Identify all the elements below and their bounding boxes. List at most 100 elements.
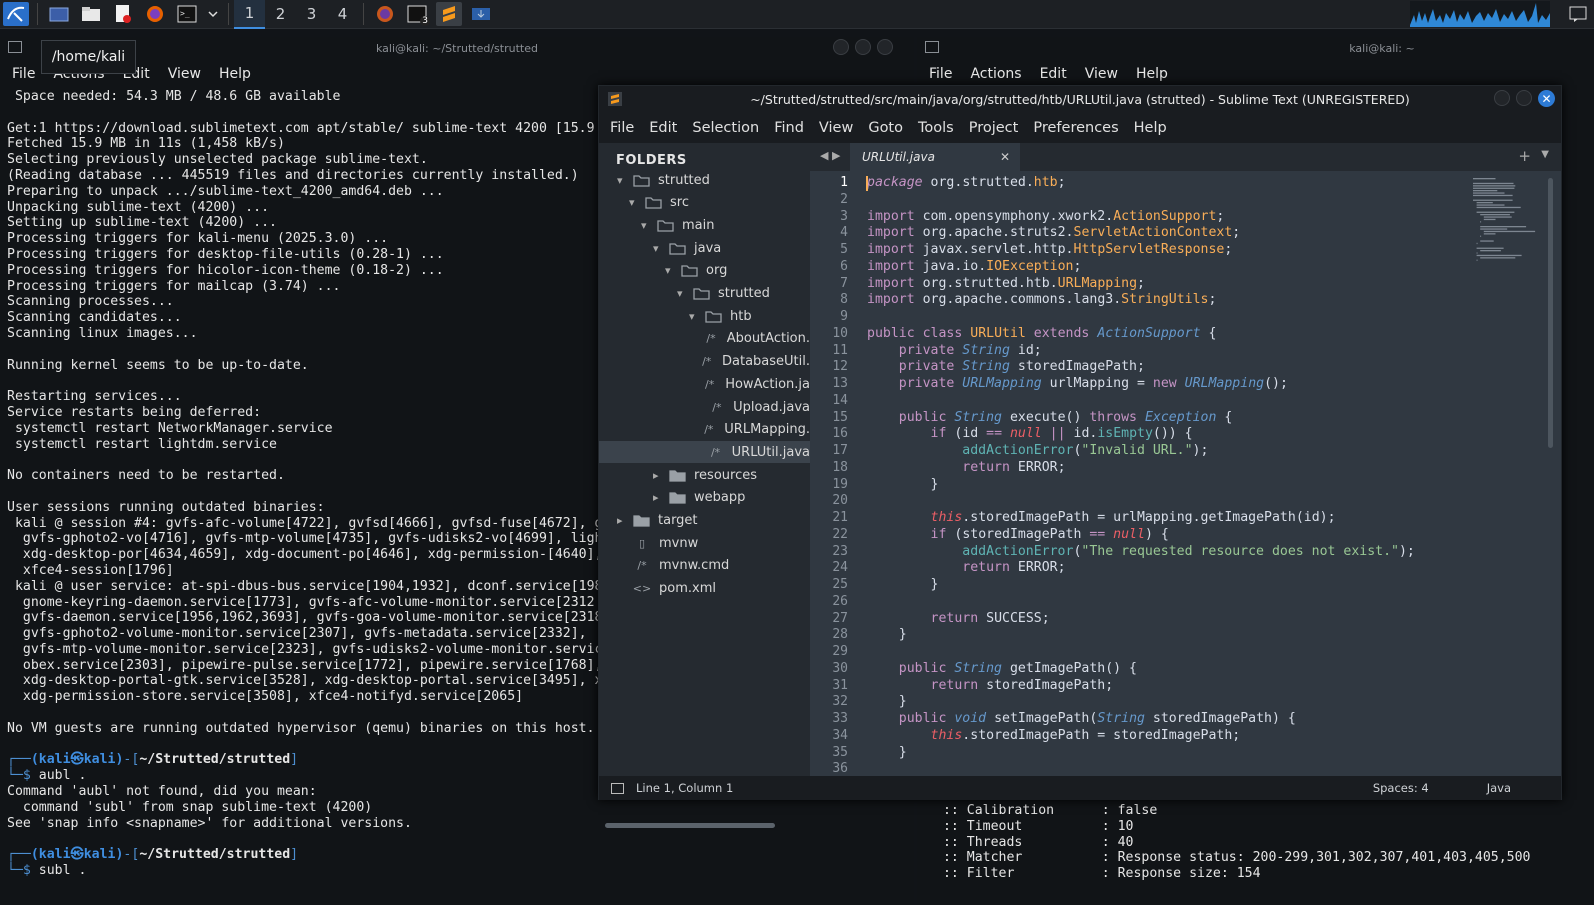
menu-help[interactable]: Help xyxy=(219,66,251,82)
text-cursor xyxy=(866,176,868,191)
firefox-icon[interactable] xyxy=(142,2,168,26)
tree-item-label: java xyxy=(694,240,722,256)
menu-edit[interactable]: Edit xyxy=(649,120,677,136)
downloads-icon[interactable] xyxy=(468,2,494,26)
menu-find[interactable]: Find xyxy=(774,120,804,136)
tree-item[interactable]: /* URLMapping. xyxy=(599,419,810,441)
kali-menu-icon[interactable] xyxy=(3,2,29,26)
disclosure-open-icon[interactable]: ▾ xyxy=(689,310,701,323)
code-line: return ERROR; xyxy=(962,459,1066,475)
menu-tools[interactable]: Tools xyxy=(918,120,954,136)
close-button[interactable]: ✕ xyxy=(1538,90,1555,107)
prompt-command-line: └─$ aubl . xyxy=(7,768,602,784)
line-number: 20 xyxy=(832,493,848,509)
tree-item[interactable]: ▾ strutted xyxy=(599,283,810,305)
tree-item[interactable]: /* DatabaseUtil. xyxy=(599,351,810,373)
tree-item[interactable]: /* Upload.java xyxy=(599,396,810,418)
sidebar-scrollbar[interactable] xyxy=(605,823,775,828)
tree-item[interactable]: /* URLUtil.java xyxy=(599,441,810,464)
tab-urlutil[interactable]: URLUtil.java ✕ xyxy=(850,143,1020,171)
menu-actions[interactable]: Actions xyxy=(970,66,1021,82)
show-desktop-icon[interactable] xyxy=(46,2,72,26)
code-line: private String id; xyxy=(898,342,1042,358)
menu-selection[interactable]: Selection xyxy=(692,120,759,136)
disclosure-open-icon[interactable]: ▾ xyxy=(677,287,689,300)
sidebar: FOLDERS ▾ strutted ▾ src ▾ main ▾ java ▾ org ▾ stru… xyxy=(599,143,810,828)
tree-item[interactable]: ▾ org xyxy=(599,260,810,282)
tree-item[interactable]: /* HowAction.ja xyxy=(599,373,810,395)
editor-scrollbar[interactable] xyxy=(1548,178,1553,448)
terminal-window-icon[interactable]: 3 xyxy=(404,2,430,26)
disclosure-open-icon[interactable]: ▾ xyxy=(617,174,629,187)
tab-next-icon[interactable]: ▶ xyxy=(832,149,840,162)
indentation-setting[interactable]: Spaces: 4 xyxy=(1373,781,1429,795)
sidebar-toggle-icon[interactable] xyxy=(611,782,624,794)
text-editor-icon[interactable] xyxy=(110,2,136,26)
workspace-1[interactable]: 1 xyxy=(234,0,265,29)
tree-item[interactable]: /* AboutAction. xyxy=(599,328,810,350)
tree-item[interactable]: <> pom.xml xyxy=(599,578,810,600)
disclosure-open-icon[interactable]: ▾ xyxy=(653,242,665,255)
menu-preferences[interactable]: Preferences xyxy=(1033,120,1118,136)
maximize-button[interactable] xyxy=(1516,90,1532,106)
minimize-button[interactable] xyxy=(1494,90,1510,106)
minimap-line xyxy=(1483,218,1496,221)
prompt-line: ┌──(kali㉿kali)-[~/Strutted/strutted] xyxy=(7,752,602,768)
tree-item[interactable]: ▾ src xyxy=(599,192,810,214)
menu-file[interactable]: File xyxy=(929,66,952,82)
menu-view[interactable]: View xyxy=(819,120,853,136)
notification-icon[interactable] xyxy=(1565,2,1591,26)
terminal-icon[interactable]: >_ xyxy=(174,2,200,26)
menu-project[interactable]: Project xyxy=(969,120,1019,136)
tree-item[interactable]: ▾ main xyxy=(599,214,810,236)
tree-item[interactable]: ▾ java xyxy=(599,237,810,259)
line-number: 8 xyxy=(840,292,848,308)
command-text: subl . xyxy=(38,863,87,879)
disclosure-closed-icon[interactable]: ▸ xyxy=(653,491,665,504)
line-number: 7 xyxy=(840,275,848,291)
tree-item[interactable]: ▸ target xyxy=(599,510,810,532)
prompt-path: ~/Strutted/strutted xyxy=(139,752,291,768)
menu-file[interactable]: File xyxy=(610,120,634,136)
menu-view[interactable]: View xyxy=(168,66,201,82)
minimap-line xyxy=(1473,190,1498,192)
workspace-4[interactable]: 4 xyxy=(327,0,358,29)
sublime-text-window-icon[interactable] xyxy=(436,2,462,26)
menu-view[interactable]: View xyxy=(1085,66,1118,82)
menu-edit[interactable]: Edit xyxy=(1040,66,1067,82)
tree-item[interactable]: ▾ strutted xyxy=(599,169,810,191)
menu-file[interactable]: File xyxy=(12,66,35,82)
tab-prev-icon[interactable]: ◀ xyxy=(820,149,828,162)
taskbar-separator xyxy=(37,3,38,25)
new-tab-icon[interactable]: + xyxy=(1518,147,1531,165)
file-manager-icon[interactable] xyxy=(78,2,104,26)
menu-goto[interactable]: Goto xyxy=(868,120,903,136)
close-button[interactable] xyxy=(877,39,893,55)
menu-help[interactable]: Help xyxy=(1134,120,1167,136)
tree-item[interactable]: ▸ resources xyxy=(599,464,810,486)
disclosure-open-icon[interactable]: ▾ xyxy=(641,219,653,232)
tree-item[interactable]: ▸ webapp xyxy=(599,487,810,509)
maximize-button[interactable] xyxy=(855,39,871,55)
tree-item[interactable]: ▾ htb xyxy=(599,305,810,327)
tree-item[interactable]: ▯ mvnw xyxy=(599,532,810,554)
minimap-line xyxy=(1480,257,1516,259)
firefox-window-icon[interactable] xyxy=(372,2,398,26)
minimap-line xyxy=(1483,230,1536,233)
disclosure-closed-icon[interactable]: ▸ xyxy=(653,469,665,482)
close-tab-icon[interactable]: ✕ xyxy=(1000,150,1010,164)
chevron-down-icon[interactable] xyxy=(206,2,220,26)
workspace-3[interactable]: 3 xyxy=(296,0,327,29)
disclosure-open-icon[interactable]: ▾ xyxy=(629,196,641,209)
disclosure-open-icon[interactable]: ▾ xyxy=(665,264,677,277)
syntax-setting[interactable]: Java xyxy=(1487,781,1511,795)
menu-help[interactable]: Help xyxy=(1136,66,1168,82)
chevron-down-icon[interactable]: ▼ xyxy=(1541,149,1549,160)
tree-item[interactable]: /* mvnw.cmd xyxy=(599,555,810,577)
minimize-button[interactable] xyxy=(833,39,849,55)
minimap[interactable] xyxy=(1469,176,1544,266)
terminal-line: No VM guests are running outdated hyperv… xyxy=(7,720,595,736)
workspace-2[interactable]: 2 xyxy=(265,0,296,29)
disclosure-closed-icon[interactable]: ▸ xyxy=(617,514,629,527)
